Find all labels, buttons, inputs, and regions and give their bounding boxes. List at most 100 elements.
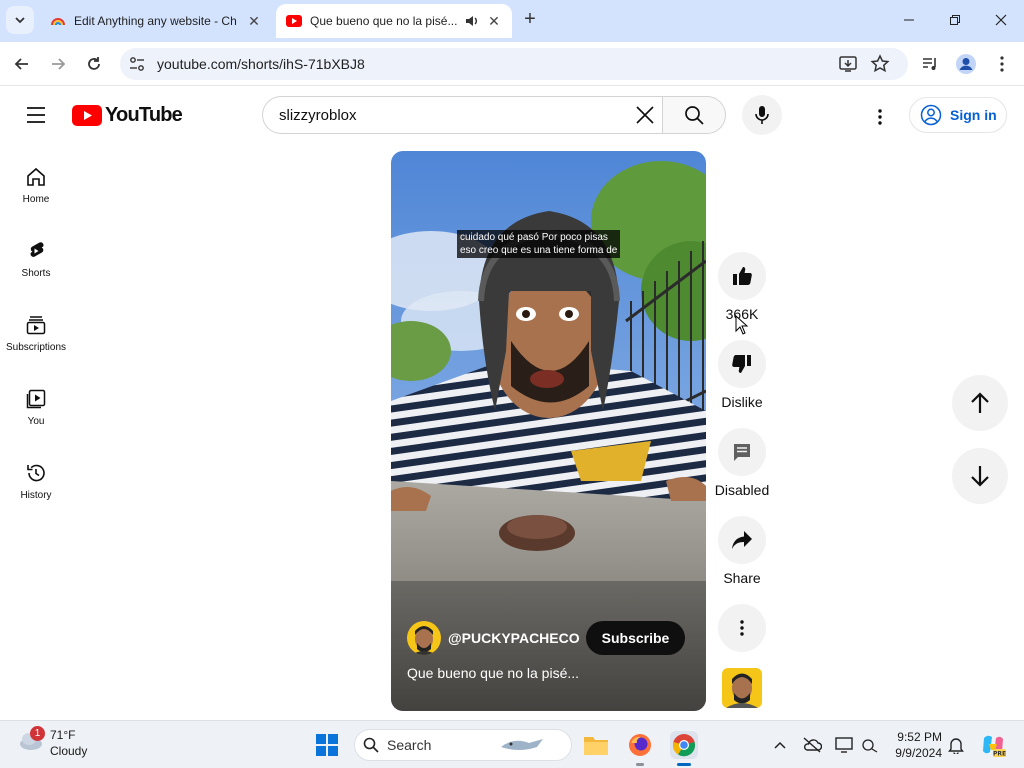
guide-item-you[interactable]: You xyxy=(0,384,72,448)
star-icon[interactable] xyxy=(870,54,890,74)
new-tab-button[interactable]: + xyxy=(518,8,542,32)
search-highlight-icon xyxy=(501,739,544,750)
comments-button[interactable] xyxy=(718,428,766,476)
rainbow-icon xyxy=(51,18,65,26)
comments-action: Disabled xyxy=(714,428,770,498)
sign-in-button[interactable]: Sign in xyxy=(909,97,1007,133)
minimize-button[interactable] xyxy=(886,0,932,40)
profile-button[interactable] xyxy=(952,50,980,78)
video-caption: cuidado qué pasó Por poco pisas eso creo… xyxy=(457,230,621,258)
arrow-left-icon xyxy=(14,58,28,70)
search-button[interactable] xyxy=(662,96,726,134)
short-video-player[interactable]: cuidado qué pasó Por poco pisas eso creo… xyxy=(391,151,706,711)
guide-item-home[interactable]: Home xyxy=(0,162,72,226)
close-window-button[interactable] xyxy=(978,0,1024,40)
search-icon xyxy=(685,106,704,125)
more-vert-icon xyxy=(1000,56,1004,72)
site-info-icon[interactable] xyxy=(128,55,146,73)
running-indicator xyxy=(636,763,644,766)
reload-icon xyxy=(88,57,100,70)
speaker-icon[interactable] xyxy=(464,13,480,29)
restore-icon xyxy=(950,15,960,25)
settings-menu-button[interactable] xyxy=(866,103,894,131)
close-icon xyxy=(995,14,1007,26)
sign-in-label: Sign in xyxy=(950,107,997,123)
you-icon xyxy=(26,389,46,409)
monitor-icon xyxy=(835,737,853,753)
account-circle-icon xyxy=(920,104,942,126)
close-icon[interactable]: ✕ xyxy=(246,13,262,30)
back-button[interactable] xyxy=(8,50,36,78)
youtube-play-icon xyxy=(72,105,102,126)
install-app-icon[interactable] xyxy=(838,54,858,74)
microphone-icon xyxy=(755,106,769,124)
youtube-favicon-icon xyxy=(286,15,302,27)
playlist-music-icon xyxy=(923,58,936,70)
minimize-icon xyxy=(904,19,914,21)
youtube-masthead: YouTube slizzyroblox Sign in xyxy=(0,87,1024,143)
profile-icon xyxy=(956,54,976,74)
show-hidden-icons-button[interactable] xyxy=(770,735,790,755)
youtube-logo[interactable]: YouTube xyxy=(72,104,183,127)
subscribe-button[interactable]: Subscribe xyxy=(585,621,686,655)
dislike-label: Dislike xyxy=(721,394,763,410)
weather-widget[interactable]: 1 71°F Cloudy xyxy=(18,726,87,759)
media-control-button[interactable] xyxy=(916,50,944,78)
channel-avatar[interactable] xyxy=(407,621,441,655)
notification-badge: 1 xyxy=(30,726,45,741)
guide-label: History xyxy=(20,490,52,501)
home-icon xyxy=(27,167,45,186)
taskbar-search-label: Search xyxy=(387,737,432,753)
sound-thumbnail[interactable] xyxy=(722,668,762,708)
start-button[interactable] xyxy=(313,731,341,759)
arrow-right-icon xyxy=(52,58,66,70)
onedrive-tray[interactable] xyxy=(802,735,822,755)
display-tray[interactable] xyxy=(834,735,854,755)
tab-youtube-short[interactable]: Que bueno que no la pisé... ✕ xyxy=(276,4,512,38)
network-icon xyxy=(862,739,878,753)
clear-icon[interactable] xyxy=(634,104,656,126)
search-query: slizzyroblox xyxy=(279,107,357,124)
copilot-button[interactable]: PRE xyxy=(980,732,1006,758)
logo-text: YouTube xyxy=(105,104,183,126)
browser-toolbar: youtube.com/shorts/ihS-71bXBJ8 xyxy=(0,42,1024,86)
cloud-sync-off-icon xyxy=(803,737,822,753)
voice-search-button[interactable] xyxy=(742,95,782,135)
guide-item-history[interactable]: History xyxy=(0,458,72,522)
restore-button[interactable] xyxy=(932,0,978,40)
network-tray[interactable] xyxy=(860,735,880,755)
like-action: 366K xyxy=(714,252,770,322)
close-icon[interactable]: ✕ xyxy=(486,13,502,30)
file-explorer-button[interactable] xyxy=(582,731,610,759)
chrome-button[interactable] xyxy=(670,731,698,759)
next-short-button[interactable] xyxy=(952,448,1008,504)
guide-label: Subscriptions xyxy=(5,342,67,353)
firefox-button[interactable] xyxy=(626,731,654,759)
dislike-button[interactable] xyxy=(718,340,766,388)
svg-text:PRE: PRE xyxy=(993,751,1006,758)
taskbar-clock[interactable]: 9:52 PM 9/9/2024 xyxy=(888,729,942,761)
menu-icon[interactable] xyxy=(24,105,48,125)
tab-search-button[interactable] xyxy=(6,6,34,34)
guide-item-subscriptions[interactable]: Subscriptions xyxy=(0,310,72,374)
share-button[interactable] xyxy=(718,516,766,564)
notifications-button[interactable] xyxy=(946,735,966,755)
tab-title: Que bueno que no la pisé... xyxy=(310,14,458,28)
short-title[interactable]: Que bueno que no la pisé... xyxy=(407,665,579,681)
previous-short-button[interactable] xyxy=(952,375,1008,431)
reload-button[interactable] xyxy=(80,50,108,78)
tab-edit-anything[interactable]: Edit Anything any website - Ch ✕ xyxy=(40,4,272,38)
windows-logo-icon xyxy=(316,734,338,756)
taskbar-search-box[interactable]: Search xyxy=(354,729,572,761)
browser-menu-button[interactable] xyxy=(988,50,1016,78)
guide-item-shorts[interactable]: Shorts xyxy=(0,236,72,300)
like-button[interactable] xyxy=(718,252,766,300)
weather-temperature: 71°F xyxy=(50,728,76,742)
forward-button[interactable] xyxy=(44,50,72,78)
address-bar[interactable]: youtube.com/shorts/ihS-71bXBJ8 xyxy=(120,48,908,80)
more-options-button[interactable] xyxy=(718,604,766,652)
more-action xyxy=(714,604,770,652)
search-icon xyxy=(363,737,379,753)
search-input[interactable]: slizzyroblox xyxy=(262,96,662,134)
channel-name[interactable]: @PUCKYPACHECO xyxy=(448,630,580,646)
